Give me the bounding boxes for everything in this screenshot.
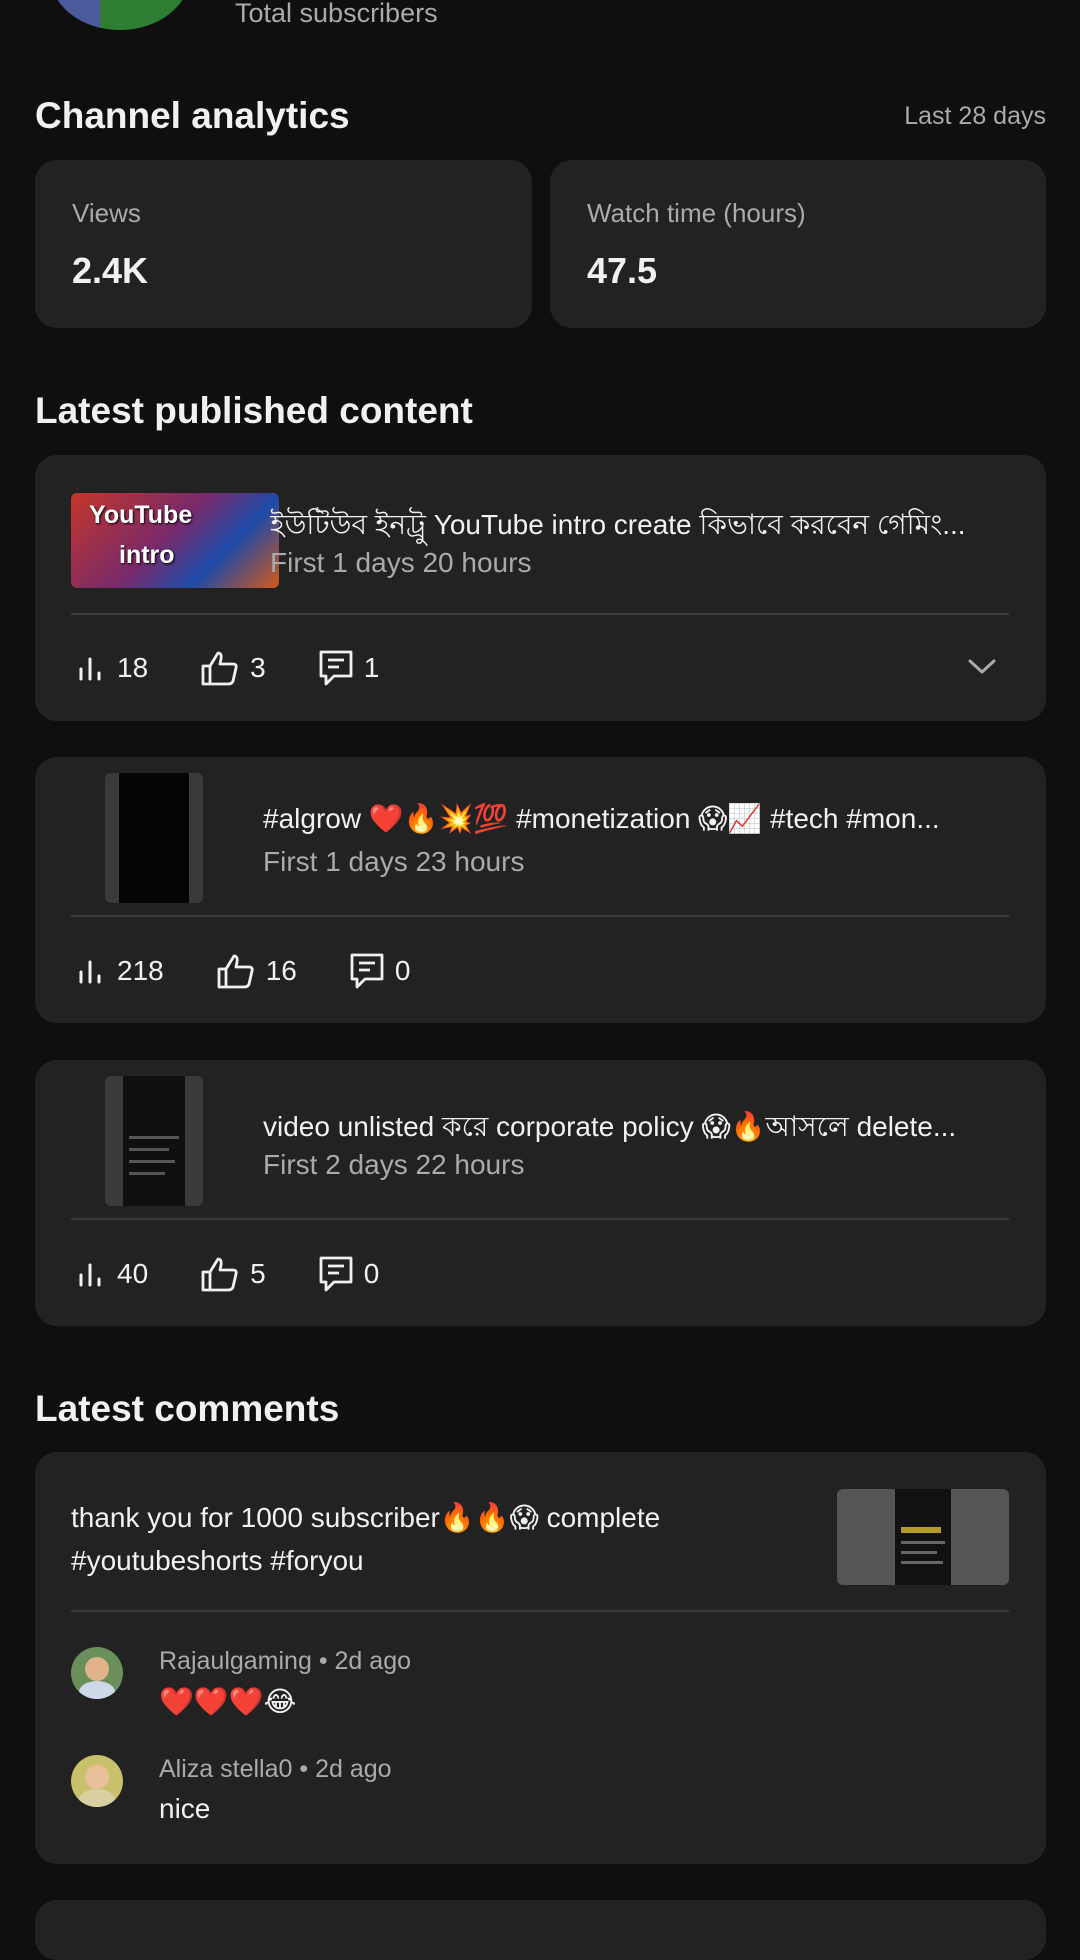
bar-chart-icon: [79, 657, 101, 681]
views-label: Views: [72, 198, 141, 228]
video-title[interactable]: video unlisted করে corporate policy 😱🔥আস…: [263, 1105, 1013, 1152]
comment-time: 2d ago: [334, 1647, 411, 1675]
comment-icon: [319, 650, 353, 686]
comments-count: 0: [394, 955, 411, 986]
video-age: First 1 days 20 hours: [270, 547, 532, 578]
watch-time-value: 47.5: [587, 250, 658, 291]
video-age: First 2 days 22 hours: [263, 1149, 525, 1180]
thumbs-up-icon: [201, 651, 238, 686]
comments-count: 1: [363, 652, 380, 683]
content-card-1[interactable]: YouTube intro ইউটিউব ইনট্রু YouTube intr…: [35, 455, 1046, 721]
likes-stat: 16: [216, 953, 297, 989]
video-thumbnail[interactable]: YouTube intro: [71, 493, 279, 588]
divider: [71, 1218, 1009, 1220]
comments-stat: 1: [318, 649, 380, 687]
chevron-down-icon[interactable]: [967, 657, 997, 677]
watch-time-label: Watch time (hours): [587, 198, 806, 228]
comment-icon: [350, 953, 384, 989]
thumbnail-text: intro: [119, 541, 175, 569]
bar-chart-icon: [79, 1263, 101, 1287]
commented-video-title[interactable]: thank you for 1000 subscriber🔥🔥😱 complet…: [71, 1496, 831, 1582]
likes-stat: 3: [200, 650, 266, 686]
views-count: 40: [117, 1258, 149, 1289]
video-thumbnail[interactable]: [105, 1076, 203, 1206]
comment-text: ❤️❤️❤️😂: [159, 1686, 297, 1717]
analytics-heading: Channel analytics: [35, 95, 350, 136]
video-thumbnail[interactable]: [105, 773, 203, 903]
analytics-period[interactable]: Last 28 days: [904, 102, 1046, 131]
watch-time-card[interactable]: Watch time (hours) 47.5: [550, 160, 1046, 328]
video-thumbnail[interactable]: [837, 1489, 1009, 1585]
divider: [71, 1610, 1009, 1612]
comment-text: nice: [159, 1793, 211, 1824]
comment-author[interactable]: Rajaulgaming: [159, 1647, 312, 1675]
likes-stat: 5: [200, 1256, 266, 1292]
views-count: 18: [117, 652, 149, 683]
channel-avatar[interactable]: [50, 0, 190, 30]
stats-row: 218 16 0: [77, 949, 462, 993]
thumbs-up-icon: [201, 1257, 238, 1292]
comments-stat: 0: [318, 1255, 380, 1293]
comment-time: 2d ago: [315, 1755, 392, 1783]
avatar[interactable]: [71, 1755, 123, 1807]
video-title[interactable]: ইউটিউব ইনট্রু YouTube intro create কিভাব…: [270, 503, 1010, 550]
video-title-line: #youtubeshorts #foryou: [71, 1545, 364, 1576]
views-stat: 218: [77, 955, 164, 987]
views-card[interactable]: Views 2.4K: [35, 160, 532, 328]
stats-row: 18 3 1: [77, 646, 431, 690]
latest-comments-heading: Latest comments: [35, 1388, 340, 1429]
comments-card[interactable]: thank you for 1000 subscriber🔥🔥😱 complet…: [35, 1452, 1046, 1864]
video-title[interactable]: #algrow ❤️🔥💥💯 #monetization 😱📈 #tech #mo…: [263, 802, 1013, 835]
likes-count: 16: [265, 955, 297, 986]
views-stat: 18: [77, 652, 148, 684]
comments-count: 0: [363, 1258, 380, 1289]
next-card[interactable]: [35, 1900, 1046, 1960]
avatar[interactable]: [71, 1647, 123, 1699]
content-card-2[interactable]: #algrow ❤️🔥💥💯 #monetization 😱📈 #tech #mo…: [35, 757, 1046, 1023]
views-count: 218: [117, 955, 164, 986]
comment-author[interactable]: Aliza stella0: [159, 1755, 292, 1783]
stats-row: 40 5 0: [77, 1252, 431, 1296]
comment-meta: Aliza stella0 • 2d ago: [159, 1755, 392, 1784]
latest-content-heading: Latest published content: [35, 390, 473, 431]
views-stat: 40: [77, 1258, 148, 1290]
views-value: 2.4K: [72, 250, 149, 291]
comment-icon: [319, 1256, 353, 1292]
thumbnail-text: YouTube: [89, 501, 193, 529]
likes-count: 5: [250, 1258, 266, 1289]
video-title-line: thank you for 1000 subscriber🔥🔥😱 complet…: [71, 1502, 661, 1533]
divider: [71, 915, 1009, 917]
video-age: First 1 days 23 hours: [263, 846, 525, 877]
likes-count: 3: [250, 652, 266, 683]
meta-separator: •: [299, 1755, 316, 1783]
comments-stat: 0: [349, 952, 411, 990]
bar-chart-icon: [79, 960, 101, 984]
comment-meta: Rajaulgaming • 2d ago: [159, 1647, 411, 1676]
thumbs-up-icon: [217, 954, 254, 989]
meta-separator: •: [318, 1647, 335, 1675]
divider: [71, 613, 1009, 615]
content-card-3[interactable]: video unlisted করে corporate policy 😱🔥আস…: [35, 1060, 1046, 1326]
total-subscribers-label: Total subscribers: [235, 0, 438, 28]
